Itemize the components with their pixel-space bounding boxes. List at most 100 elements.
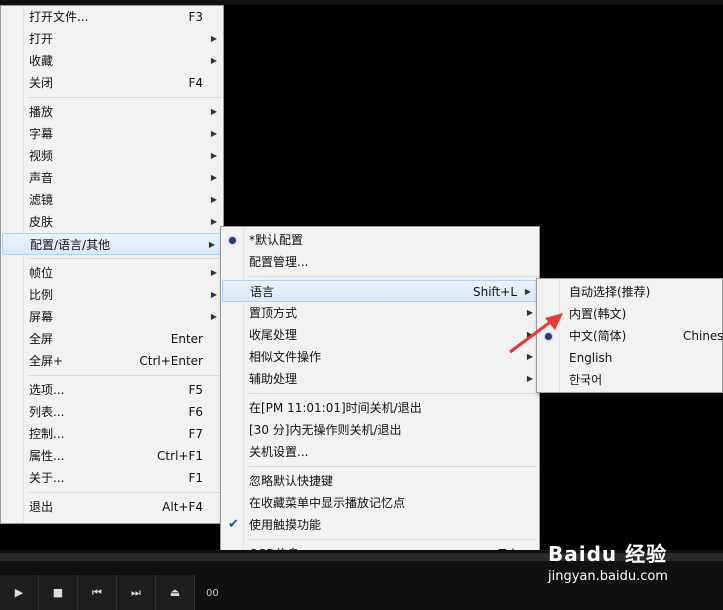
menu-item[interactable]: 列表... F6 bbox=[1, 401, 223, 423]
menu-item[interactable]: 语言 Shift+L ▶ bbox=[222, 280, 538, 302]
menu-item[interactable]: 关闭 F4 bbox=[1, 72, 223, 94]
submenu-arrow-icon: ▶ bbox=[210, 56, 217, 65]
menu-item[interactable]: [30 分]内无操作则关机/退出 bbox=[221, 419, 539, 441]
language-option-label: 中文(简体) bbox=[569, 329, 627, 343]
baidu-watermark: Baidu 经验 jingyan.baidu.com bbox=[548, 538, 668, 584]
menu-item[interactable]: 忽略默认快捷键 bbox=[221, 470, 539, 492]
menu-separator bbox=[249, 539, 537, 540]
menu-item[interactable]: 比例 ▶ bbox=[1, 284, 223, 306]
menu-item-label: 忽略默认快捷键 bbox=[249, 474, 334, 488]
menu-item-shortcut: Ctrl+F1 bbox=[157, 449, 203, 463]
menu-item-label: 皮肤 bbox=[29, 215, 54, 229]
menu-item-shortcut: F6 bbox=[188, 405, 203, 419]
menu-item-label: 收藏 bbox=[29, 54, 54, 68]
menu-item[interactable]: 配置管理... bbox=[221, 251, 539, 273]
submenu-arrow-icon: ▶ bbox=[210, 268, 217, 277]
menu-item[interactable]: 相似文件操作 ▶ bbox=[221, 346, 539, 368]
menu-item[interactable]: 关于... F1 bbox=[1, 467, 223, 489]
prev-button[interactable]: ⏮ bbox=[78, 575, 117, 610]
checkmark-icon: ✔ bbox=[228, 517, 239, 532]
menu-item-shortcut: Alt+F4 bbox=[162, 500, 203, 514]
menu-item[interactable]: 屏幕 ▶ bbox=[1, 306, 223, 328]
menu-item-label: 在[PM 11:01:01]时间关机/退出 bbox=[249, 401, 422, 415]
menu-item[interactable]: 退出 Alt+F4 bbox=[1, 496, 223, 518]
menu-item-label: 收尾处理 bbox=[249, 328, 298, 342]
menu-item[interactable]: 辅助处理 ▶ bbox=[221, 368, 539, 390]
menu-item-shortcut: F4 bbox=[188, 76, 203, 90]
menu-item-label: 视频 bbox=[29, 149, 54, 163]
menu-item-label: *默认配置 bbox=[249, 233, 304, 247]
menu-item[interactable]: 在收藏菜单中显示播放记忆点 bbox=[221, 492, 539, 514]
menu-item[interactable]: 打开 ▶ bbox=[1, 28, 223, 50]
menu-item-shortcut: Shift+L bbox=[472, 285, 517, 299]
menu-separator bbox=[29, 258, 221, 259]
submenu-arrow-icon: ▶ bbox=[210, 129, 217, 138]
menu-item-shortcut: Ctrl+Enter bbox=[139, 354, 203, 368]
menu-item[interactable]: 属性... Ctrl+F1 bbox=[1, 445, 223, 467]
menu-item-shortcut: F5 bbox=[188, 383, 203, 397]
menu-item[interactable]: 字幕 ▶ bbox=[1, 123, 223, 145]
language-option-label: English bbox=[569, 351, 613, 365]
watermark-url: jingyan.baidu.com bbox=[548, 569, 668, 584]
menu-separator bbox=[249, 466, 537, 467]
submenu-arrow-icon: ▶ bbox=[210, 34, 217, 43]
menu-item-label: 关机设置... bbox=[249, 445, 309, 459]
menu-item-shortcut: F7 bbox=[188, 427, 203, 441]
menu-separator bbox=[249, 276, 537, 277]
menu-item-label: 字幕 bbox=[29, 127, 54, 141]
language-option[interactable]: 한국어 bbox=[537, 369, 722, 391]
menu-item-shortcut: F1 bbox=[188, 471, 203, 485]
menu-separator bbox=[249, 393, 537, 394]
menu-item-label: 辅助处理 bbox=[249, 372, 298, 386]
menu-item[interactable]: 置顶方式 ▶ bbox=[221, 302, 539, 324]
menu-item-label: 打开文件... bbox=[29, 10, 89, 24]
menu-item-label: 比例 bbox=[29, 288, 54, 302]
submenu-arrow-icon: ▶ bbox=[210, 173, 217, 182]
eject-button[interactable]: ⏏ bbox=[156, 575, 195, 610]
menu-item[interactable]: 皮肤 ▶ bbox=[1, 211, 223, 233]
language-option-native-name: Chinese bbox=[683, 329, 723, 343]
menu-item[interactable]: 选项... F5 bbox=[1, 379, 223, 401]
menu-item[interactable]: 全屏+ Ctrl+Enter bbox=[1, 350, 223, 372]
menu-item[interactable]: 控制... F7 bbox=[1, 423, 223, 445]
submenu-arrow-icon: ▶ bbox=[208, 240, 215, 249]
menu-item[interactable]: 收尾处理 ▶ bbox=[221, 324, 539, 346]
time-display: 00 bbox=[206, 588, 219, 599]
submenu-arrow-icon: ▶ bbox=[526, 374, 533, 383]
menu-item-label: 播放 bbox=[29, 105, 54, 119]
menu-item-label: 配置管理... bbox=[249, 255, 309, 269]
menu-item[interactable]: *默认配置 bbox=[221, 229, 539, 251]
menu-item[interactable]: 视频 ▶ bbox=[1, 145, 223, 167]
submenu-arrow-icon: ▶ bbox=[210, 312, 217, 321]
menu-item-label: 配置/语言/其他 bbox=[30, 238, 111, 252]
menu-item[interactable]: 播放 ▶ bbox=[1, 101, 223, 123]
menu-item[interactable]: 打开文件... F3 bbox=[1, 6, 223, 28]
menu-item-label: 语言 bbox=[250, 285, 275, 299]
menu-item-label: 在收藏菜单中显示播放记忆点 bbox=[249, 496, 406, 510]
watermark-brand: Baidu 经验 bbox=[548, 542, 668, 566]
menu-item[interactable]: 在[PM 11:01:01]时间关机/退出 bbox=[221, 397, 539, 419]
menu-separator bbox=[29, 97, 221, 98]
menu-item[interactable]: 收藏 ▶ bbox=[1, 50, 223, 72]
menu-item[interactable]: 关机设置... bbox=[221, 441, 539, 463]
menu-item[interactable]: 全屏 Enter bbox=[1, 328, 223, 350]
language-option-label: 한국어 bbox=[569, 373, 603, 387]
menu-item-label: 全屏 bbox=[29, 332, 54, 346]
submenu-arrow-icon: ▶ bbox=[210, 217, 217, 226]
menu-item[interactable]: 滤镜 ▶ bbox=[1, 189, 223, 211]
next-button[interactable]: ⏭ bbox=[117, 575, 156, 610]
menu-item-label: 声音 bbox=[29, 171, 54, 185]
menu-item[interactable]: ✔ 使用触摸功能 bbox=[221, 514, 539, 536]
menu-item[interactable]: 帧位 ▶ bbox=[1, 262, 223, 284]
playback-controls: ▶ ■ ⏮ ⏭ ⏏ bbox=[0, 575, 195, 610]
menu-item-label: 关闭 bbox=[29, 76, 54, 90]
menu-item[interactable]: 配置/语言/其他 ▶ bbox=[2, 233, 222, 255]
play-button[interactable]: ▶ bbox=[0, 575, 39, 610]
menu-item-label: 使用触摸功能 bbox=[249, 518, 322, 532]
menu-separator bbox=[29, 375, 221, 376]
menu-item[interactable]: 声音 ▶ bbox=[1, 167, 223, 189]
menu-item-label: 列表... bbox=[29, 405, 65, 419]
menu-item-label: 属性... bbox=[29, 449, 65, 463]
stop-button[interactable]: ■ bbox=[39, 575, 78, 610]
language-option[interactable]: 自动选择(推荐) bbox=[537, 281, 722, 303]
